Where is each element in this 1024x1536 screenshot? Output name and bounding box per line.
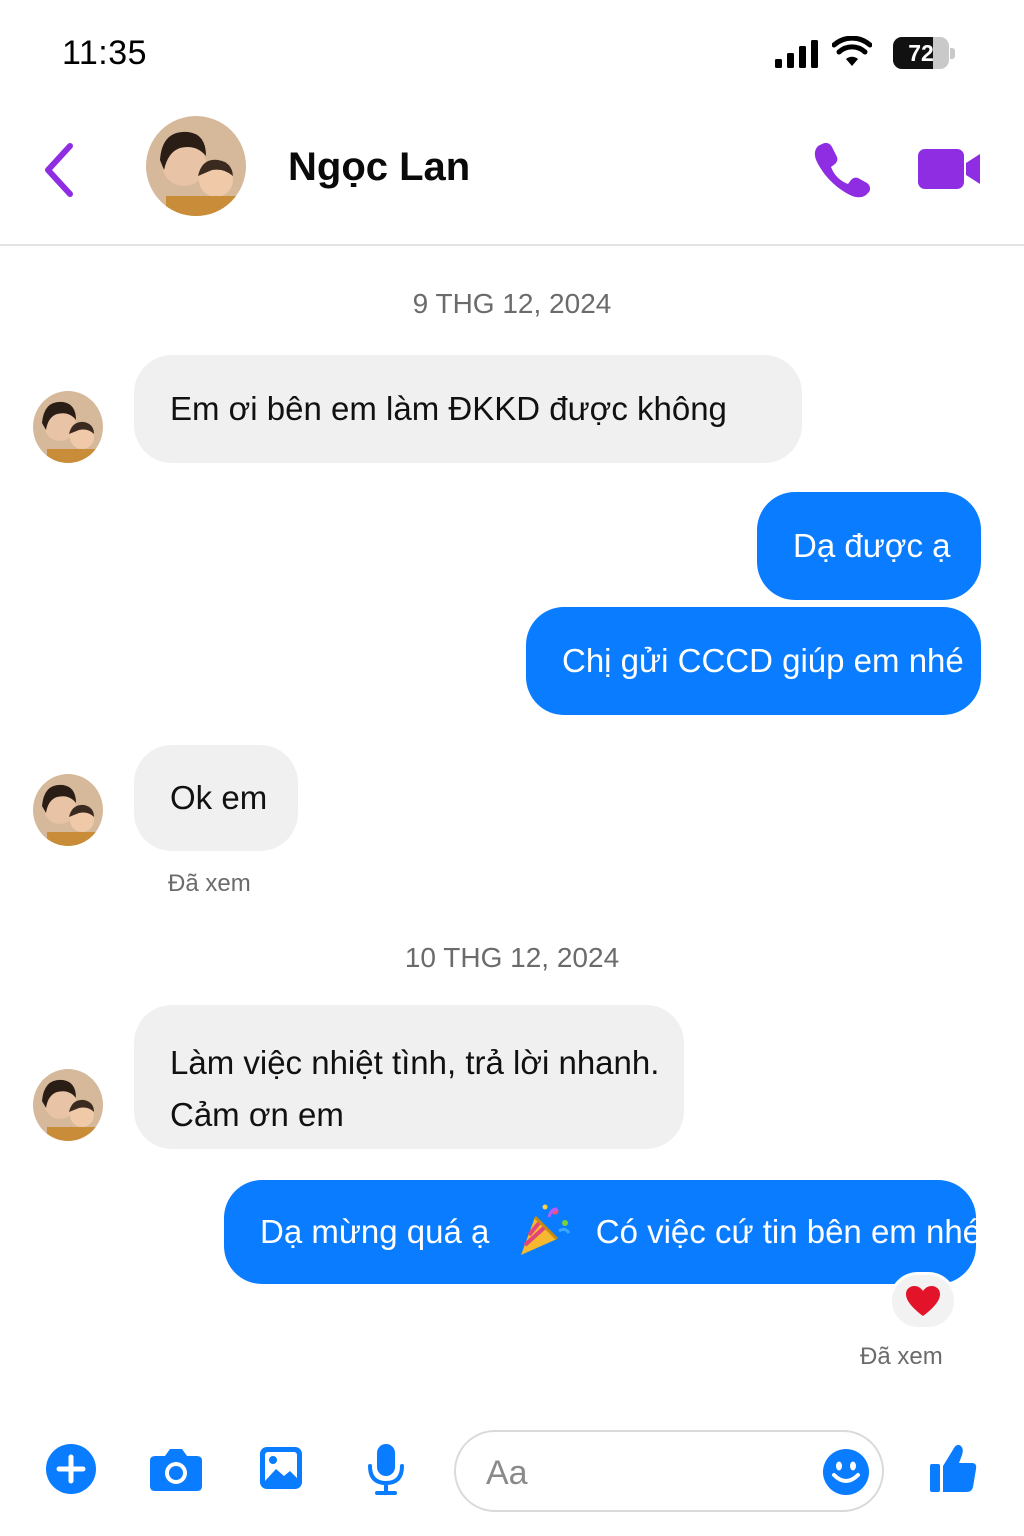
thumbs-up-icon[interactable] [928, 1442, 978, 1494]
party-popper-icon [520, 1204, 570, 1256]
date-separator: 9 THG 12, 2024 [412, 288, 612, 319]
message-input[interactable]: Aa [454, 1430, 884, 1512]
message-input-placeholder: Aa [486, 1454, 528, 1492]
message-text: Có việc cứ tin bên em nhé [595, 1213, 982, 1250]
sender-avatar[interactable] [33, 1069, 103, 1141]
sender-avatar[interactable] [33, 774, 103, 846]
video-call-icon[interactable] [916, 146, 982, 192]
message-composer: Aa [0, 1420, 1024, 1536]
message-text: Chị gửi CCCD giúp em nhé [562, 642, 964, 679]
status-time: 11:35 [62, 34, 148, 72]
message-text: Dạ được ạ [793, 527, 951, 564]
message-text: Em ơi bên em làm ĐKKD được không [170, 390, 727, 427]
message-text: Ok em [170, 779, 268, 816]
contact-avatar[interactable] [146, 116, 246, 216]
outgoing-message-bubble[interactable]: Dạ được ạ [757, 492, 981, 600]
message-text-line: Làm việc nhiệt tình, trả lời nhanh. [170, 1044, 660, 1081]
status-bar: 11:35 72 [0, 0, 1024, 100]
heart-icon [906, 1286, 940, 1316]
chat-header: Ngọc Lan [0, 100, 1024, 246]
back-chevron-icon[interactable] [40, 140, 80, 200]
incoming-message-bubble[interactable]: Em ơi bên em làm ĐKKD được không [134, 355, 802, 463]
messenger-chat-screen: 11:35 72 Ngọc Lan 9 THG 12, 2024 Em ơi b… [0, 0, 1024, 1536]
emoji-icon[interactable] [822, 1448, 870, 1496]
incoming-message-bubble[interactable]: Làm việc nhiệt tình, trả lời nhanh. Cảm … [134, 1005, 684, 1149]
camera-icon[interactable] [149, 1446, 203, 1492]
message-reaction[interactable] [889, 1272, 957, 1330]
incoming-message-bubble[interactable]: Ok em [134, 745, 298, 851]
message-text: Dạ mừng quá ạ [260, 1213, 490, 1250]
seen-status: Đã xem [860, 1343, 943, 1370]
plus-icon[interactable] [46, 1444, 96, 1494]
date-separator: 10 THG 12, 2024 [404, 942, 620, 973]
outgoing-message-bubble[interactable]: Dạ mừng quá ạ Có việc cứ tin bên em nhé [224, 1180, 981, 1284]
seen-status: Đã xem [168, 870, 251, 897]
wifi-icon [832, 36, 872, 66]
outgoing-message-bubble[interactable]: Chị gửi CCCD giúp em nhé [526, 607, 981, 715]
battery-icon: 72 [893, 37, 955, 69]
message-text-line: Cảm ơn em [170, 1096, 344, 1133]
contact-name[interactable]: Ngọc Lan [288, 145, 470, 190]
gallery-icon[interactable] [258, 1445, 304, 1491]
phone-call-icon[interactable] [812, 140, 872, 198]
sender-avatar[interactable] [33, 391, 103, 463]
microphone-icon[interactable] [367, 1442, 405, 1496]
cellular-signal-icon [775, 40, 818, 68]
battery-level-text: 72 [908, 40, 934, 66]
